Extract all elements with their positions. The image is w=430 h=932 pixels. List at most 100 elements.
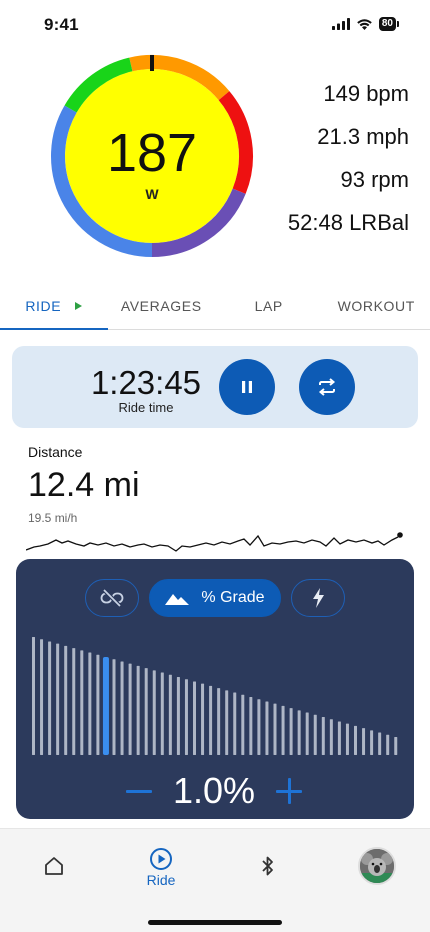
grade-bar xyxy=(64,645,68,755)
grade-bar xyxy=(136,665,140,755)
ride-time-value: 1:23:45 xyxy=(90,364,202,401)
cadence-value: 93 rpm xyxy=(340,167,409,192)
grade-bar xyxy=(209,685,213,755)
grade-bar xyxy=(241,694,245,755)
power-mode-button[interactable] xyxy=(291,579,345,617)
speed-value: 21.3 mph xyxy=(317,124,409,149)
wifi-icon xyxy=(357,19,372,30)
cellular-signal-icon xyxy=(331,18,350,30)
grade-bar xyxy=(305,712,309,755)
home-icon xyxy=(45,857,63,875)
lap-button[interactable] xyxy=(299,359,355,415)
grade-bar xyxy=(345,723,349,755)
bluetooth-icon xyxy=(262,856,273,876)
terrain-icon xyxy=(165,594,190,605)
grade-bar xyxy=(112,659,116,755)
tab-lap-label: LAP xyxy=(254,298,283,314)
lightning-bolt-icon xyxy=(313,588,324,608)
repeat-icon xyxy=(318,378,336,396)
grade-bar xyxy=(184,679,188,755)
grade-bar xyxy=(329,719,333,755)
profile-avatar[interactable] xyxy=(358,847,396,885)
grade-bar xyxy=(321,717,325,755)
tab-averages-label: AVERAGES xyxy=(120,298,202,314)
grade-bar xyxy=(193,681,196,755)
grade-bar xyxy=(80,650,84,755)
grade-bar xyxy=(96,654,100,755)
grade-bar xyxy=(48,641,52,755)
balance-value: 52:48 LRBal xyxy=(287,210,409,235)
distance-speed: 19.5 mi/h xyxy=(28,511,78,525)
grade-bar xyxy=(152,670,156,755)
grade-bar xyxy=(168,674,172,755)
grade-bar xyxy=(273,703,277,755)
nav-home[interactable] xyxy=(40,847,68,877)
distance-sparkline xyxy=(26,532,403,552)
grade-bar xyxy=(370,730,374,755)
grade-bar xyxy=(88,652,92,755)
grade-profile-bars[interactable] xyxy=(30,635,400,755)
grade-bar xyxy=(201,683,205,755)
unlink-button[interactable] xyxy=(85,579,139,617)
ride-timer-card: 1:23:45 Ride time xyxy=(12,346,418,428)
tab-ride-label: RIDE xyxy=(25,298,62,314)
nav-ride-label: Ride xyxy=(146,872,176,888)
grade-bar xyxy=(32,637,35,755)
grade-bar xyxy=(160,672,164,755)
grade-stepper: 1.0% xyxy=(16,764,414,814)
grade-bar xyxy=(362,728,366,755)
distance-value: 12.4 mi xyxy=(28,466,140,504)
link-off-icon xyxy=(100,589,124,607)
pause-button[interactable] xyxy=(219,359,275,415)
battery-indicator: 80 xyxy=(378,17,400,31)
grade-bar xyxy=(386,734,390,755)
grade-bar xyxy=(217,688,221,755)
distance-title: Distance xyxy=(28,444,83,460)
grade-bar xyxy=(176,677,180,755)
grade-mode-button[interactable]: % Grade xyxy=(149,579,281,617)
tab-workout[interactable]: WORKOUT xyxy=(323,283,430,329)
grade-mode-label: % Grade xyxy=(201,589,265,606)
heart-rate-value: 149 bpm xyxy=(323,81,409,106)
grade-bar xyxy=(120,661,124,755)
grade-control-panel: % Grade 1.0% xyxy=(16,559,414,819)
grade-bar xyxy=(337,721,341,755)
home-indicator xyxy=(148,920,282,925)
grade-bar xyxy=(144,668,148,755)
tab-lap[interactable]: LAP xyxy=(215,283,323,329)
decrease-grade-button[interactable] xyxy=(126,790,152,793)
play-circle-icon xyxy=(150,848,172,870)
plus-icon-v xyxy=(287,778,291,804)
tab-bar: RIDE AVERAGES LAP WORKOUT xyxy=(0,283,430,330)
grade-bar xyxy=(394,737,398,755)
status-bar: 9:41 80 xyxy=(0,0,430,50)
grade-bar xyxy=(289,708,293,755)
grade-bar xyxy=(378,732,382,755)
metrics-list: 149 bpm 21.3 mph 93 rpm 52:48 LRBal xyxy=(288,78,409,250)
status-time: 9:41 xyxy=(44,15,79,34)
grade-bar xyxy=(354,725,357,755)
grade-bar xyxy=(281,705,285,755)
nav-bluetooth[interactable] xyxy=(255,847,281,877)
nav-ride[interactable]: Ride xyxy=(136,847,186,888)
bottom-navigation: Ride xyxy=(0,828,430,932)
tab-ride[interactable]: RIDE xyxy=(0,283,108,330)
ride-time-label: Ride time xyxy=(118,400,174,415)
power-value: 187 xyxy=(106,123,198,183)
koala-avatar-icon xyxy=(360,849,394,883)
grade-bar xyxy=(297,710,301,755)
power-unit: W xyxy=(145,186,159,202)
grade-bar xyxy=(313,714,317,755)
grade-bar xyxy=(40,639,44,755)
play-indicator-icon xyxy=(75,302,83,310)
power-gauge: 187 W xyxy=(48,52,256,260)
grade-bar xyxy=(72,648,76,755)
status-icons: 80 xyxy=(331,17,400,31)
grade-bar xyxy=(257,699,261,755)
grade-value: 1.0% xyxy=(172,770,256,811)
grade-bar-selected xyxy=(102,657,109,755)
grade-bar xyxy=(225,690,229,755)
grade-bar xyxy=(265,701,269,755)
grade-bar xyxy=(56,643,60,755)
tab-averages[interactable]: AVERAGES xyxy=(108,283,216,329)
